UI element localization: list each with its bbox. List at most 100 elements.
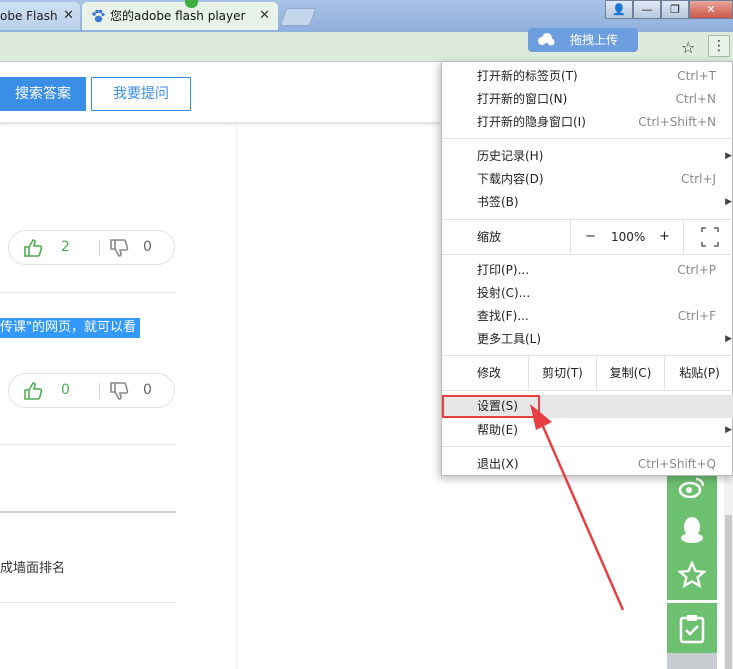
search-answer-button[interactable]: 搜索答案 [0, 77, 86, 111]
column-divider [236, 124, 237, 669]
menu-item-label: 打印(P)... [477, 263, 530, 277]
tab-title: 您的adobe flash player [110, 9, 246, 23]
zoom-in-button[interactable]: + [659, 220, 670, 254]
qzone-share-button[interactable] [667, 550, 717, 600]
menu-item-print[interactable]: 打印(P)... Ctrl+P [442, 259, 733, 281]
menu-separator [442, 254, 733, 255]
menu-item-bookmarks[interactable]: 书签(B) ▶ [442, 191, 733, 213]
fullscreen-button[interactable] [683, 220, 733, 254]
menu-item-label: 更多工具(L) [477, 332, 542, 346]
upvote-count: 2 [61, 239, 70, 255]
submenu-arrow-icon: ▶ [725, 334, 732, 344]
menu-item-label: 打开新的隐身窗口(I) [477, 115, 586, 129]
zoom-level: 100% [611, 230, 646, 244]
menu-zoom-row: 缩放 − 100% + [442, 220, 733, 254]
menu-item-shortcut: Ctrl+T [677, 69, 716, 83]
menu-item-more-tools[interactable]: 更多工具(L) ▶ [442, 328, 733, 350]
menu-item-label: 帮助(E) [477, 423, 518, 437]
cloud-icon [538, 33, 555, 46]
menu-item-label: 历史记录(H) [477, 149, 544, 163]
menu-item-label: 查找(F)... [477, 309, 529, 323]
vote-separator [99, 240, 100, 256]
menu-item-new-incognito-window[interactable]: 打开新的隐身窗口(I) Ctrl+Shift+N [442, 111, 733, 133]
menu-item-shortcut: Ctrl+J [681, 172, 716, 186]
submenu-arrow-icon: ▶ [725, 151, 732, 161]
weibo-icon [678, 477, 705, 499]
ask-question-button[interactable]: 我要提问 [91, 77, 191, 111]
bookmark-star-icon[interactable]: ☆ [681, 38, 695, 57]
answer-snippet: 成墙面排名 [0, 561, 66, 576]
chrome-menu-button[interactable]: ⋮ [708, 35, 730, 57]
new-tab-button[interactable] [279, 8, 317, 26]
tab-adobe-flash[interactable]: obe Flash ✕ [0, 2, 80, 30]
baidu-paw-icon [92, 9, 105, 23]
tab-close-icon[interactable]: ✕ [63, 2, 74, 30]
menu-item-label: 投射(C)... [477, 286, 531, 300]
menu-item-label: 退出(X) [477, 457, 519, 471]
menu-item-cast[interactable]: 投射(C)... [442, 282, 733, 304]
qzone-star-icon [677, 560, 707, 589]
divider [0, 602, 176, 603]
vote-bar: 2 0 [8, 230, 175, 265]
tab-title: obe Flash [0, 9, 58, 23]
tab-active-adobe-flash-player[interactable]: 您的adobe flash player ✕ [82, 2, 278, 30]
vote-separator [99, 383, 100, 399]
menu-item-label: 书签(B) [477, 195, 519, 209]
red-arrow-annotation [530, 404, 625, 611]
edit-label: 修改 [477, 366, 502, 380]
qq-share-button[interactable] [667, 505, 717, 555]
menu-separator [442, 390, 733, 391]
paste-button[interactable]: 粘贴(P) [664, 356, 733, 390]
zoom-out-button[interactable]: − [585, 220, 596, 254]
menu-item-find[interactable]: 查找(F)... Ctrl+F [442, 305, 733, 327]
zoom-label: 缩放 [477, 230, 502, 244]
menu-item-label: 打开新的标签页(T) [477, 69, 578, 83]
submenu-arrow-icon: ▶ [725, 197, 732, 207]
menu-separator [442, 138, 733, 139]
menu-item-history[interactable]: 历史记录(H) ▶ [442, 145, 733, 167]
window-controls: 👤 — ❐ ✕ [605, 0, 733, 20]
back-to-top-button[interactable] [667, 653, 717, 669]
copy-button[interactable]: 复制(C) [596, 356, 664, 390]
fullscreen-icon [701, 227, 719, 247]
clipboard-check-icon [679, 615, 705, 644]
zoom-controls: − 100% + [570, 220, 733, 254]
downvote-count: 0 [143, 239, 152, 255]
menu-item-shortcut: Ctrl+Shift+Q [637, 457, 716, 471]
thumbs-down-icon[interactable] [109, 238, 129, 258]
scrollbar-thumb[interactable] [725, 515, 732, 669]
selected-answer-text: 传课"的网页，就可以看 [0, 318, 140, 338]
drag-upload-label: 拖拽上传 [570, 33, 619, 47]
menu-item-shortcut: Ctrl+Shift+N [638, 115, 716, 129]
menu-item-shortcut: Ctrl+N [675, 92, 716, 106]
divider [0, 292, 176, 293]
menu-edit-row: 修改 剪切(T) 复制(C) 粘贴(P) [442, 356, 733, 390]
menu-item-shortcut: Ctrl+P [677, 263, 716, 277]
report-button[interactable] [667, 603, 717, 653]
maximize-button[interactable]: ❐ [661, 0, 689, 19]
drag-upload-button[interactable]: 拖拽上传 [528, 28, 638, 52]
user-icon[interactable]: 👤 [605, 0, 633, 19]
vote-bar: 0 0 [8, 373, 175, 408]
thumbs-up-icon[interactable] [23, 238, 43, 258]
menu-item-label: 下载内容(D) [477, 172, 544, 186]
cut-button[interactable]: 剪切(T) [528, 356, 596, 390]
menu-item-downloads[interactable]: 下载内容(D) Ctrl+J [442, 168, 733, 190]
browser-window: obe Flash ✕ 您的adobe flash player ✕ 👤 — ❐… [0, 0, 733, 669]
menu-item-new-tab[interactable]: 打开新的标签页(T) Ctrl+T [442, 65, 733, 87]
thumbs-up-icon[interactable] [23, 381, 43, 401]
menu-item-shortcut: Ctrl+F [677, 309, 716, 323]
menu-item-label: 打开新的窗口(N) [477, 92, 568, 106]
divider [0, 511, 176, 513]
divider [0, 444, 176, 445]
menu-item-new-window[interactable]: 打开新的窗口(N) Ctrl+N [442, 88, 733, 110]
menu-item-label: 设置(S) [477, 399, 518, 413]
submenu-arrow-icon: ▶ [725, 425, 732, 435]
upvote-count: 0 [61, 382, 70, 398]
tab-close-icon[interactable]: ✕ [259, 2, 270, 30]
qq-penguin-icon [681, 517, 703, 543]
minimize-button[interactable]: — [633, 0, 661, 19]
downvote-count: 0 [143, 382, 152, 398]
thumbs-down-icon[interactable] [109, 381, 129, 401]
close-button[interactable]: ✕ [689, 0, 733, 19]
